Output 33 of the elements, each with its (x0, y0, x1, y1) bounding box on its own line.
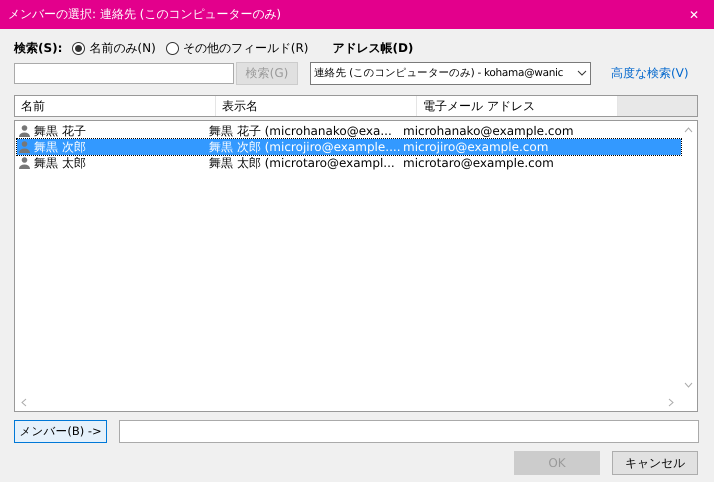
address-book-dropdown[interactable]: 連絡先 (このコンピューターのみ) - kohama@wanic (310, 62, 591, 84)
scroll-down-icon[interactable] (684, 382, 693, 388)
table-cell: microtaro@example.com (403, 156, 554, 170)
table-cell: 舞黒 次郎 (34, 138, 86, 156)
table-cell: 舞黒 太郎 (microtaro@exampl... (209, 154, 395, 172)
search-field[interactable] (14, 62, 234, 84)
person-icon (19, 157, 30, 169)
members-button[interactable]: メンバー(B) -> (14, 420, 107, 443)
members-field[interactable] (119, 420, 699, 443)
scroll-right-icon[interactable] (668, 398, 674, 407)
table-cell: 舞黒 花子 (microhanako@exa... (209, 122, 392, 140)
person-icon (19, 125, 30, 137)
column-header[interactable]: 表示名 (216, 96, 417, 116)
search-label: 検索(S): (14, 40, 62, 56)
advanced-search-link[interactable]: 高度な検索(V) (611, 64, 689, 82)
person-icon (19, 141, 30, 153)
address-book-label: アドレス帳(D) (332, 40, 414, 56)
close-button[interactable]: ✕ (674, 0, 714, 29)
dialog-button[interactable]: キャンセル (612, 451, 698, 475)
radio-option[interactable]: 名前のみ(N) (72, 40, 156, 56)
table-cell: 舞黒 花子 (34, 122, 86, 140)
window-title: メンバーの選択: 連絡先 (このコンピューターのみ) (8, 6, 282, 23)
column-header[interactable]: 名前 (15, 96, 216, 116)
table-cell: 舞黒 次郎 (microjiro@example.... (209, 138, 401, 156)
contact-row[interactable]: 舞黒 花子 舞黒 花子 (microhanako@exa... microhanako@example.com (17, 123, 681, 139)
radio-option[interactable]: その他のフィールド(R) (166, 40, 308, 56)
scroll-up-icon[interactable] (684, 127, 693, 133)
table-cell: microjiro@example.com (403, 140, 548, 154)
table-cell: 舞黒 太郎 (34, 154, 86, 172)
chevron-down-icon (577, 70, 587, 76)
contact-row[interactable]: 舞黒 太郎 舞黒 太郎 (microtaro@exampl... microtaro@example.com (17, 155, 681, 171)
scroll-left-icon[interactable] (21, 398, 27, 407)
table-cell: microhanako@example.com (403, 124, 574, 138)
